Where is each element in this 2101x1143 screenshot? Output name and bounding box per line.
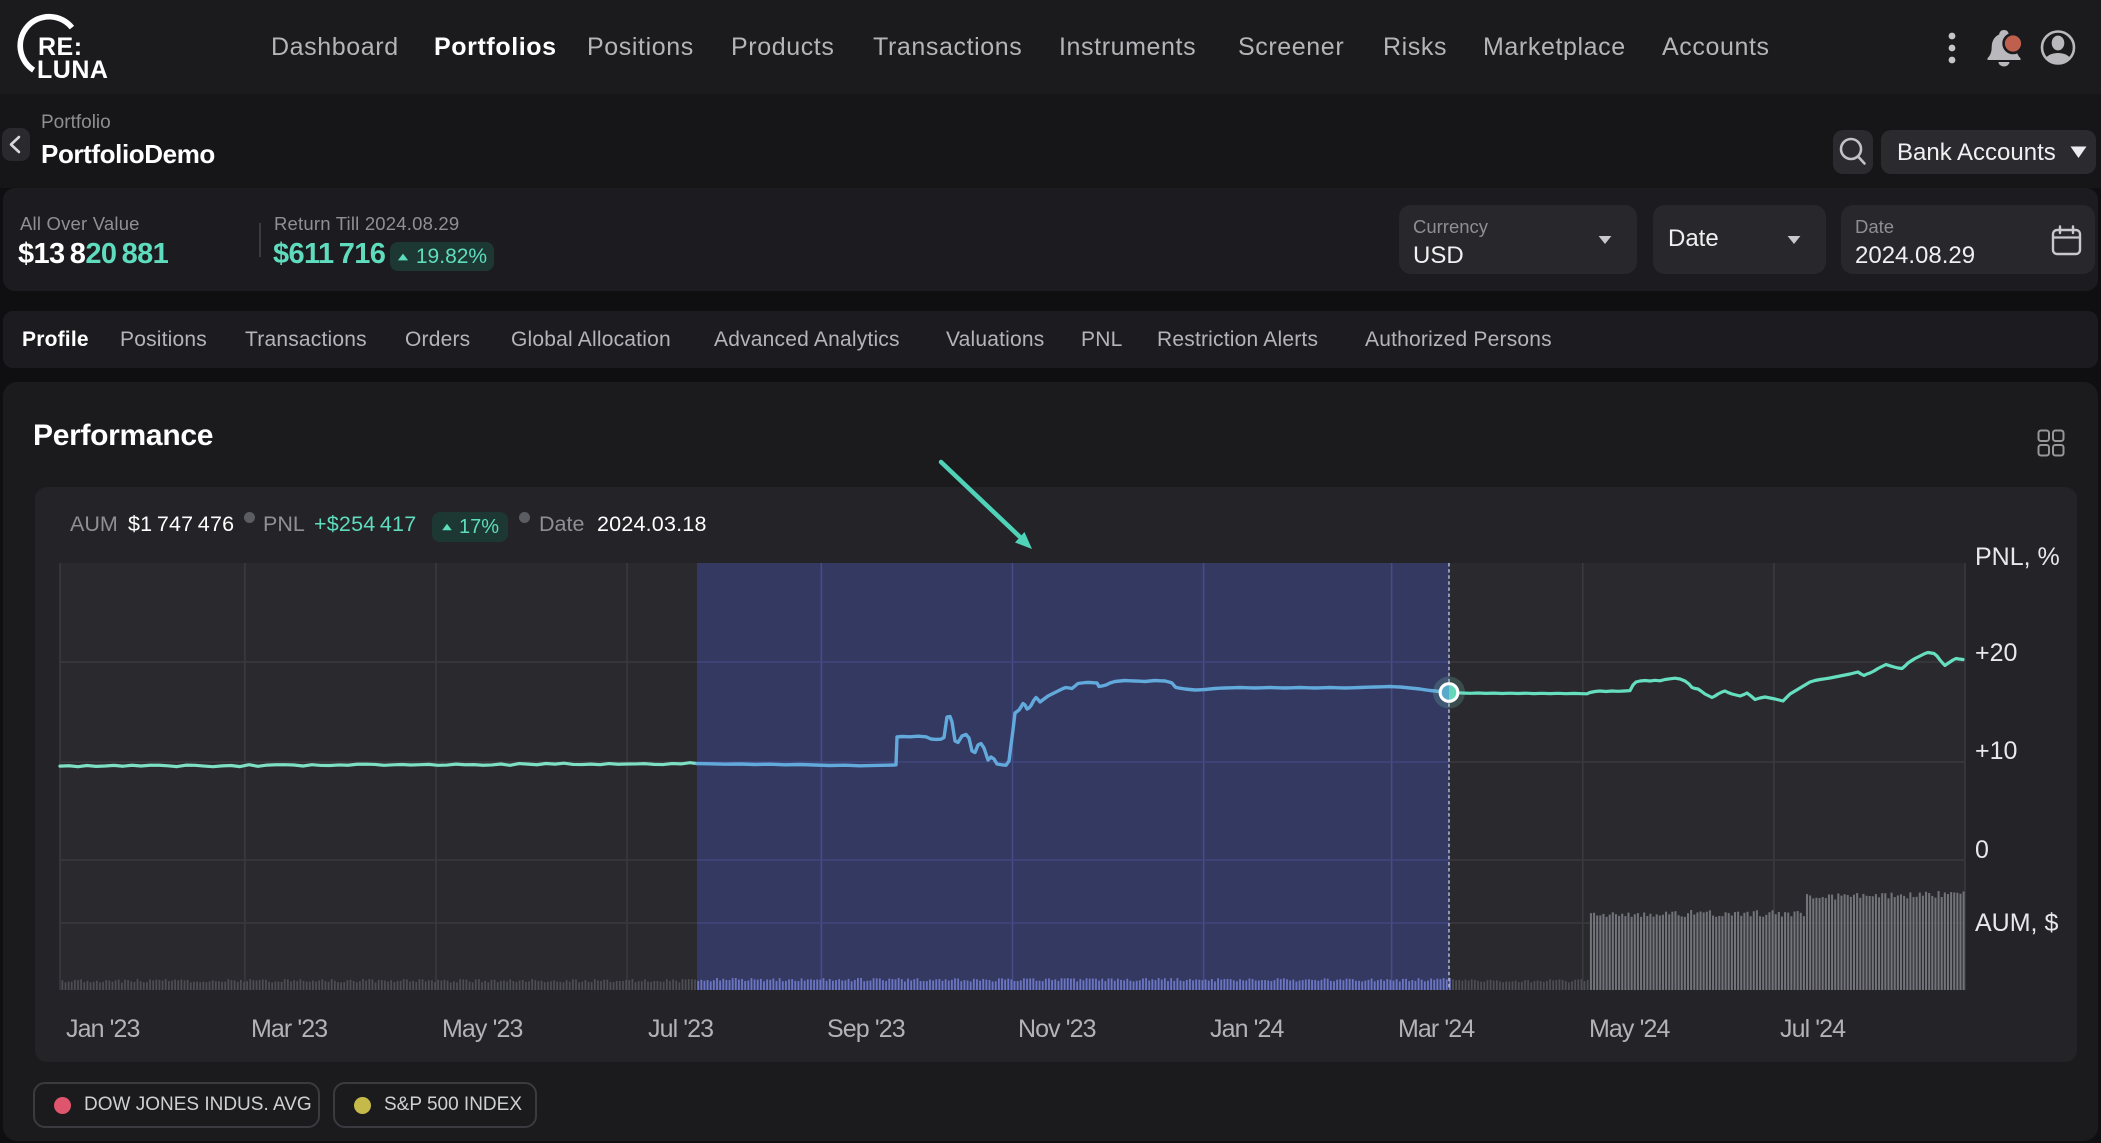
svg-text:LUNA: LUNA	[37, 56, 108, 84]
